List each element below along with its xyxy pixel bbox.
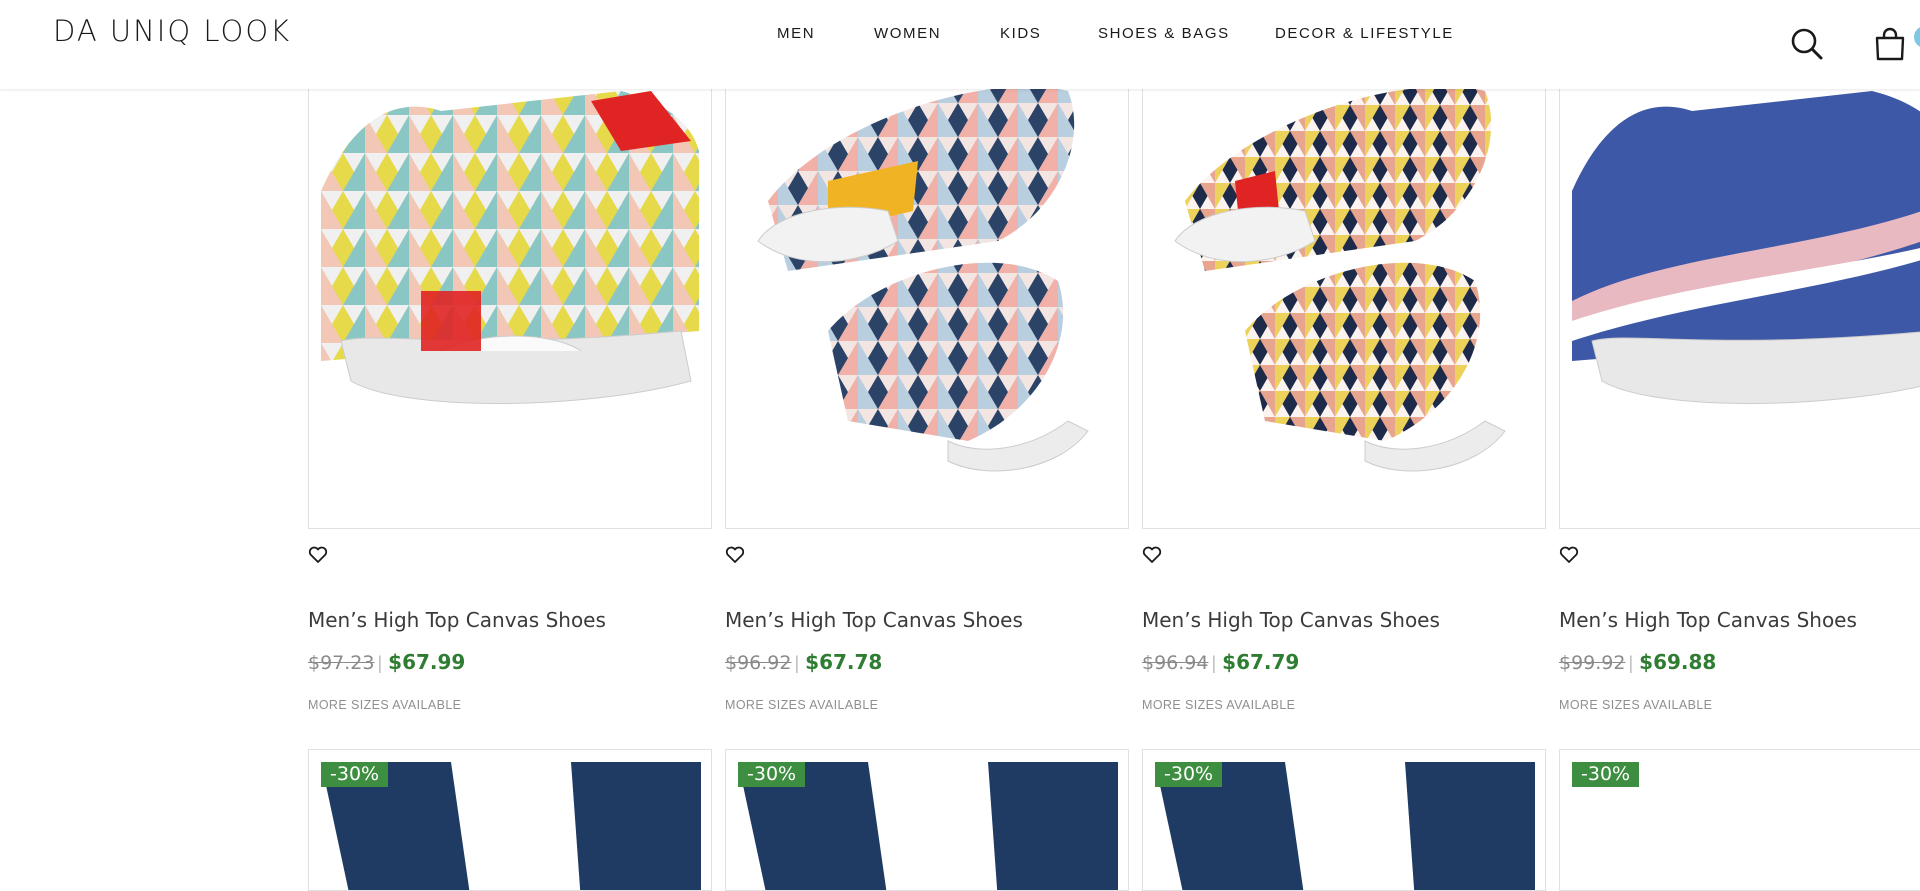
product-card[interactable]: -30% xyxy=(1142,749,1546,891)
product-title[interactable]: Men’s High Top Canvas Shoes xyxy=(308,608,606,632)
more-sizes-note: MORE SIZES AVAILABLE xyxy=(1142,698,1296,712)
nav-shoes-bags[interactable]: SHOES & BAGS xyxy=(1098,25,1230,42)
site-header: DA UNIQ LOOK MEN WOMEN KIDS SHOES & BAGS… xyxy=(0,0,1920,89)
discount-badge: -30% xyxy=(321,762,389,787)
wishlist-heart-icon[interactable] xyxy=(308,546,328,569)
price-row: $96.92 | $67.78 xyxy=(725,650,883,674)
search-icon[interactable] xyxy=(1790,27,1824,66)
product-image[interactable]: -30% xyxy=(308,749,712,891)
product-image[interactable]: -30% xyxy=(1142,749,1546,891)
more-sizes-note: MORE SIZES AVAILABLE xyxy=(1559,698,1713,712)
more-sizes-note: MORE SIZES AVAILABLE xyxy=(308,698,462,712)
nav-men[interactable]: MEN xyxy=(777,25,815,42)
original-price: $96.94 xyxy=(1142,652,1209,674)
sale-price: $67.78 xyxy=(805,650,883,674)
sale-price: $67.99 xyxy=(388,650,466,674)
product-title[interactable]: Men’s High Top Canvas Shoes xyxy=(1142,608,1440,632)
nav-decor-lifestyle[interactable]: DECOR & LIFESTYLE xyxy=(1275,25,1454,42)
nav-women[interactable]: WOMEN xyxy=(874,25,941,42)
product-card[interactable]: -30% xyxy=(1559,749,1920,891)
product-image[interactable]: -30% xyxy=(1559,749,1920,891)
product-title[interactable]: Men’s High Top Canvas Shoes xyxy=(725,608,1023,632)
price-row: $96.94 | $67.79 xyxy=(1142,650,1300,674)
wishlist-heart-icon[interactable] xyxy=(725,546,745,569)
original-price: $99.92 xyxy=(1559,652,1626,674)
main-nav: MEN WOMEN KIDS SHOES & BAGS DECOR & LIFE… xyxy=(0,25,1920,45)
product-card[interactable]: -30% xyxy=(308,749,712,891)
price-row: $99.92 | $69.88 xyxy=(1559,650,1717,674)
discount-badge: -30% xyxy=(1572,762,1640,787)
product-card[interactable]: -30% xyxy=(725,749,1129,891)
discount-badge: -30% xyxy=(738,762,806,787)
nav-kids[interactable]: KIDS xyxy=(1000,25,1041,42)
product-image[interactable]: -30% xyxy=(725,749,1129,891)
discount-badge: -30% xyxy=(1155,762,1223,787)
product-title[interactable]: Men’s High Top Canvas Shoes xyxy=(1559,608,1857,632)
wishlist-heart-icon[interactable] xyxy=(1559,546,1579,569)
original-price: $96.92 xyxy=(725,652,792,674)
sale-price: $67.79 xyxy=(1222,650,1300,674)
wishlist-heart-icon[interactable] xyxy=(1142,546,1162,569)
more-sizes-note: MORE SIZES AVAILABLE xyxy=(725,698,879,712)
sale-price: $69.88 xyxy=(1639,650,1717,674)
original-price: $97.23 xyxy=(308,652,375,674)
shopping-bag-icon[interactable] xyxy=(1874,27,1906,66)
price-row: $97.23 | $67.99 xyxy=(308,650,466,674)
